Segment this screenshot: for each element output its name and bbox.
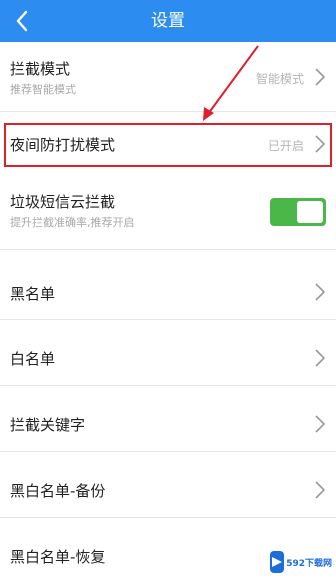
- settings-row-blacklist[interactable]: 黑名单: [0, 264, 336, 320]
- watermark-logo: 592下载网: [270, 548, 332, 576]
- settings-row-backup[interactable]: 黑白名单-备份: [0, 462, 336, 518]
- row-label: 黑白名单-备份: [10, 482, 106, 500]
- toggle-knob: [297, 201, 323, 223]
- chevron-right-icon: [315, 415, 325, 433]
- chevron-right-icon: [315, 481, 325, 499]
- chevron-right-icon: [315, 283, 325, 301]
- logo-icon: [270, 551, 285, 573]
- row-subtitle: 推荐智能模式: [10, 83, 76, 96]
- settings-row-keywords[interactable]: 拦截关键字: [0, 396, 336, 452]
- settings-row-whitelist[interactable]: 白名单: [0, 330, 336, 386]
- row-label: 拦截关键字: [10, 416, 86, 434]
- cloud-spam-toggle[interactable]: [270, 198, 326, 226]
- chevron-right-icon: [315, 68, 325, 86]
- row-label: 黑白名单-恢复: [10, 548, 106, 566]
- settings-row-intercept-mode[interactable]: 拦截模式 推荐智能模式 智能模式: [0, 42, 336, 112]
- highlight-box: [4, 123, 332, 167]
- chevron-right-icon: [315, 349, 325, 367]
- row-label: 垃圾短信云拦截: [10, 193, 116, 211]
- row-label: 拦截模式: [10, 60, 71, 78]
- row-subtitle: 提升拦截准确率,推荐开启: [10, 216, 135, 229]
- row-label: 白名单: [10, 350, 56, 368]
- row-label: 黑名单: [10, 285, 56, 303]
- row-value: 智能模式: [255, 72, 304, 86]
- app-header: 设置: [0, 0, 336, 42]
- watermark-text: 592下载网: [286, 558, 332, 569]
- page-title: 设置: [151, 11, 185, 31]
